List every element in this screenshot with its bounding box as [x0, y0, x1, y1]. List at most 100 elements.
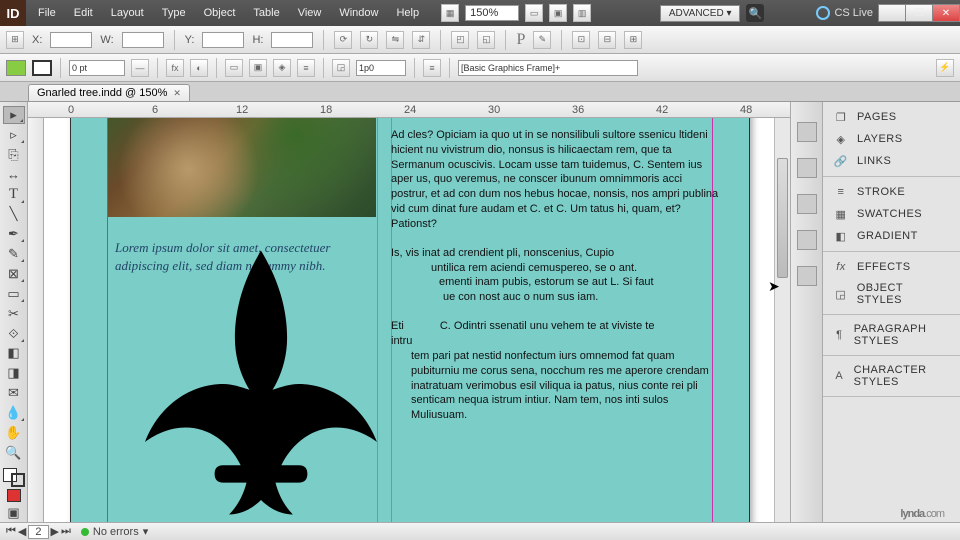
collapsed-panel-icon[interactable]	[797, 122, 817, 142]
gradient-feather-tool[interactable]: ◨	[3, 364, 25, 382]
corner-size-field[interactable]	[356, 60, 406, 76]
arrange-icon[interactable]: ▥	[573, 4, 591, 22]
bridge-icon[interactable]: ▦	[441, 4, 459, 22]
corner-options-icon[interactable]: ◲	[332, 59, 350, 77]
collapsed-panel-icon[interactable]	[797, 158, 817, 178]
collapsed-panel-icon[interactable]	[797, 230, 817, 250]
menu-edit[interactable]: Edit	[66, 3, 101, 23]
first-page-icon[interactable]: ⏮	[6, 525, 16, 538]
minimize-button[interactable]: —	[878, 4, 906, 22]
page-tool[interactable]: ⎘	[3, 146, 25, 164]
scrollbar-thumb[interactable]	[777, 158, 788, 278]
screen-mode-icon[interactable]: ▣	[549, 4, 567, 22]
prev-page-icon[interactable]: ◀	[18, 525, 26, 538]
scissors-tool[interactable]: ✂	[3, 305, 25, 323]
text-wrap-shape-icon[interactable]: ◈	[273, 59, 291, 77]
zoom-tool[interactable]: 🔍	[3, 444, 25, 462]
panel-effects[interactable]: fxEFFECTS	[823, 256, 960, 278]
page[interactable]: Lorem ipsum dolor sit amet, consectetuer…	[70, 118, 750, 522]
x-field[interactable]	[50, 32, 92, 48]
text-wrap-jump-icon[interactable]: ≡	[297, 59, 315, 77]
free-transform-tool[interactable]: ⟐	[3, 325, 25, 343]
canvas[interactable]: 0 6 12 18 24 30 36 42 48 Lorem ipsum dol…	[28, 102, 790, 522]
collapsed-panel-icon[interactable]	[797, 194, 817, 214]
eyedropper-tool[interactable]: 💧	[3, 404, 25, 422]
scale-icon[interactable]: ⟳	[334, 31, 352, 49]
preflight-status[interactable]: No errors ▾	[81, 525, 148, 538]
fleur-de-lis-graphic[interactable]	[111, 239, 411, 522]
workspace-switcher[interactable]: ADVANCED ▾	[660, 5, 741, 22]
screen-mode-tool[interactable]: ▣	[3, 504, 25, 522]
fill-swatch[interactable]	[6, 60, 26, 76]
fit-frame-icon[interactable]: ⊟	[598, 31, 616, 49]
apply-color-icon[interactable]	[7, 489, 21, 502]
select-content-icon[interactable]: ◱	[477, 31, 495, 49]
collapsed-panel-icon[interactable]	[797, 266, 817, 286]
flip-h-icon[interactable]: ⇋	[386, 31, 404, 49]
close-button[interactable]: ✕	[932, 4, 960, 22]
document-tab[interactable]: Gnarled tree.indd @ 150% ✕	[28, 84, 190, 101]
text-wrap-none-icon[interactable]: ▭	[225, 59, 243, 77]
panel-layers[interactable]: ◈LAYERS	[823, 128, 960, 150]
pencil-tool[interactable]: ✎	[3, 245, 25, 263]
menu-file[interactable]: File	[30, 3, 64, 23]
menu-view[interactable]: View	[290, 3, 330, 23]
pasteboard[interactable]: Lorem ipsum dolor sit amet, consectetuer…	[44, 118, 790, 522]
panel-swatches[interactable]: ▦SWATCHES	[823, 203, 960, 225]
pen-tool[interactable]: ✒	[3, 225, 25, 243]
stroke-style-icon[interactable]: —	[131, 59, 149, 77]
opacity-icon[interactable]: ◐	[190, 59, 208, 77]
quick-apply-icon[interactable]: ⚡	[936, 59, 954, 77]
maximize-button[interactable]: ❐	[905, 4, 933, 22]
placed-image[interactable]	[108, 118, 376, 217]
object-style-field[interactable]	[458, 60, 638, 76]
effects-icon[interactable]: fx	[166, 59, 184, 77]
fit-content-icon[interactable]: ⊡	[572, 31, 590, 49]
last-page-icon[interactable]: ⏭	[61, 525, 71, 538]
stroke-swatch[interactable]	[32, 60, 52, 76]
panel-gradient[interactable]: ◧GRADIENT	[823, 225, 960, 247]
zoom-level-field[interactable]: 150%	[465, 5, 519, 21]
stroke-weight-field[interactable]	[69, 60, 125, 76]
menu-type[interactable]: Type	[154, 3, 194, 23]
rectangle-tool[interactable]: ▭	[3, 285, 25, 303]
hand-tool[interactable]: ✋	[3, 424, 25, 442]
page-navigator[interactable]: ⏮ ◀ 2 ▶ ⏭	[6, 525, 71, 539]
panel-stroke[interactable]: ≡STROKE	[823, 181, 960, 203]
page-number-field[interactable]: 2	[28, 525, 48, 539]
line-tool[interactable]: ╲	[3, 206, 25, 224]
menu-layout[interactable]: Layout	[103, 3, 152, 23]
align-icon[interactable]: ≡	[423, 59, 441, 77]
body-text-frame[interactable]: stiae temqua me rem conihil vium me nihi…	[391, 118, 719, 437]
story-editor-icon[interactable]: ✎	[533, 31, 551, 49]
gradient-tool[interactable]: ◧	[3, 345, 25, 363]
menu-help[interactable]: Help	[388, 3, 427, 23]
w-field[interactable]	[122, 32, 164, 48]
type-tool[interactable]: T	[3, 186, 25, 204]
text-wrap-bounding-icon[interactable]: ▣	[249, 59, 267, 77]
h-field[interactable]	[271, 32, 313, 48]
panel-character-styles[interactable]: ACHARACTER STYLES	[823, 360, 960, 392]
horizontal-ruler[interactable]: 0 6 12 18 24 30 36 42 48	[28, 102, 790, 118]
menu-object[interactable]: Object	[196, 3, 244, 23]
ref-point-icon[interactable]: ⊞	[6, 31, 24, 49]
cslive-button[interactable]: CS Live	[816, 6, 873, 20]
panel-links[interactable]: 🔗LINKS	[823, 150, 960, 172]
vertical-ruler[interactable]	[28, 118, 44, 522]
next-page-icon[interactable]: ▶	[51, 525, 59, 538]
search-icon[interactable]: 🔍	[746, 4, 764, 22]
view-options-icon[interactable]: ▭	[525, 4, 543, 22]
gap-tool[interactable]: ↔	[3, 166, 25, 184]
rotate-icon[interactable]: ↻	[360, 31, 378, 49]
vertical-scrollbar[interactable]	[774, 118, 790, 522]
menu-window[interactable]: Window	[331, 3, 386, 23]
flip-v-icon[interactable]: ⇵	[412, 31, 430, 49]
rectangle-frame-tool[interactable]: ⊠	[3, 265, 25, 283]
menu-table[interactable]: Table	[245, 3, 287, 23]
panel-paragraph-styles[interactable]: ¶PARAGRAPH STYLES	[823, 319, 960, 351]
selection-tool[interactable]: ▸	[3, 106, 25, 124]
panel-pages[interactable]: ❐PAGES	[823, 106, 960, 128]
panel-object-styles[interactable]: ◲OBJECT STYLES	[823, 278, 960, 310]
paragraph-format-icon[interactable]: P	[516, 31, 525, 49]
direct-selection-tool[interactable]: ▹	[3, 126, 25, 144]
